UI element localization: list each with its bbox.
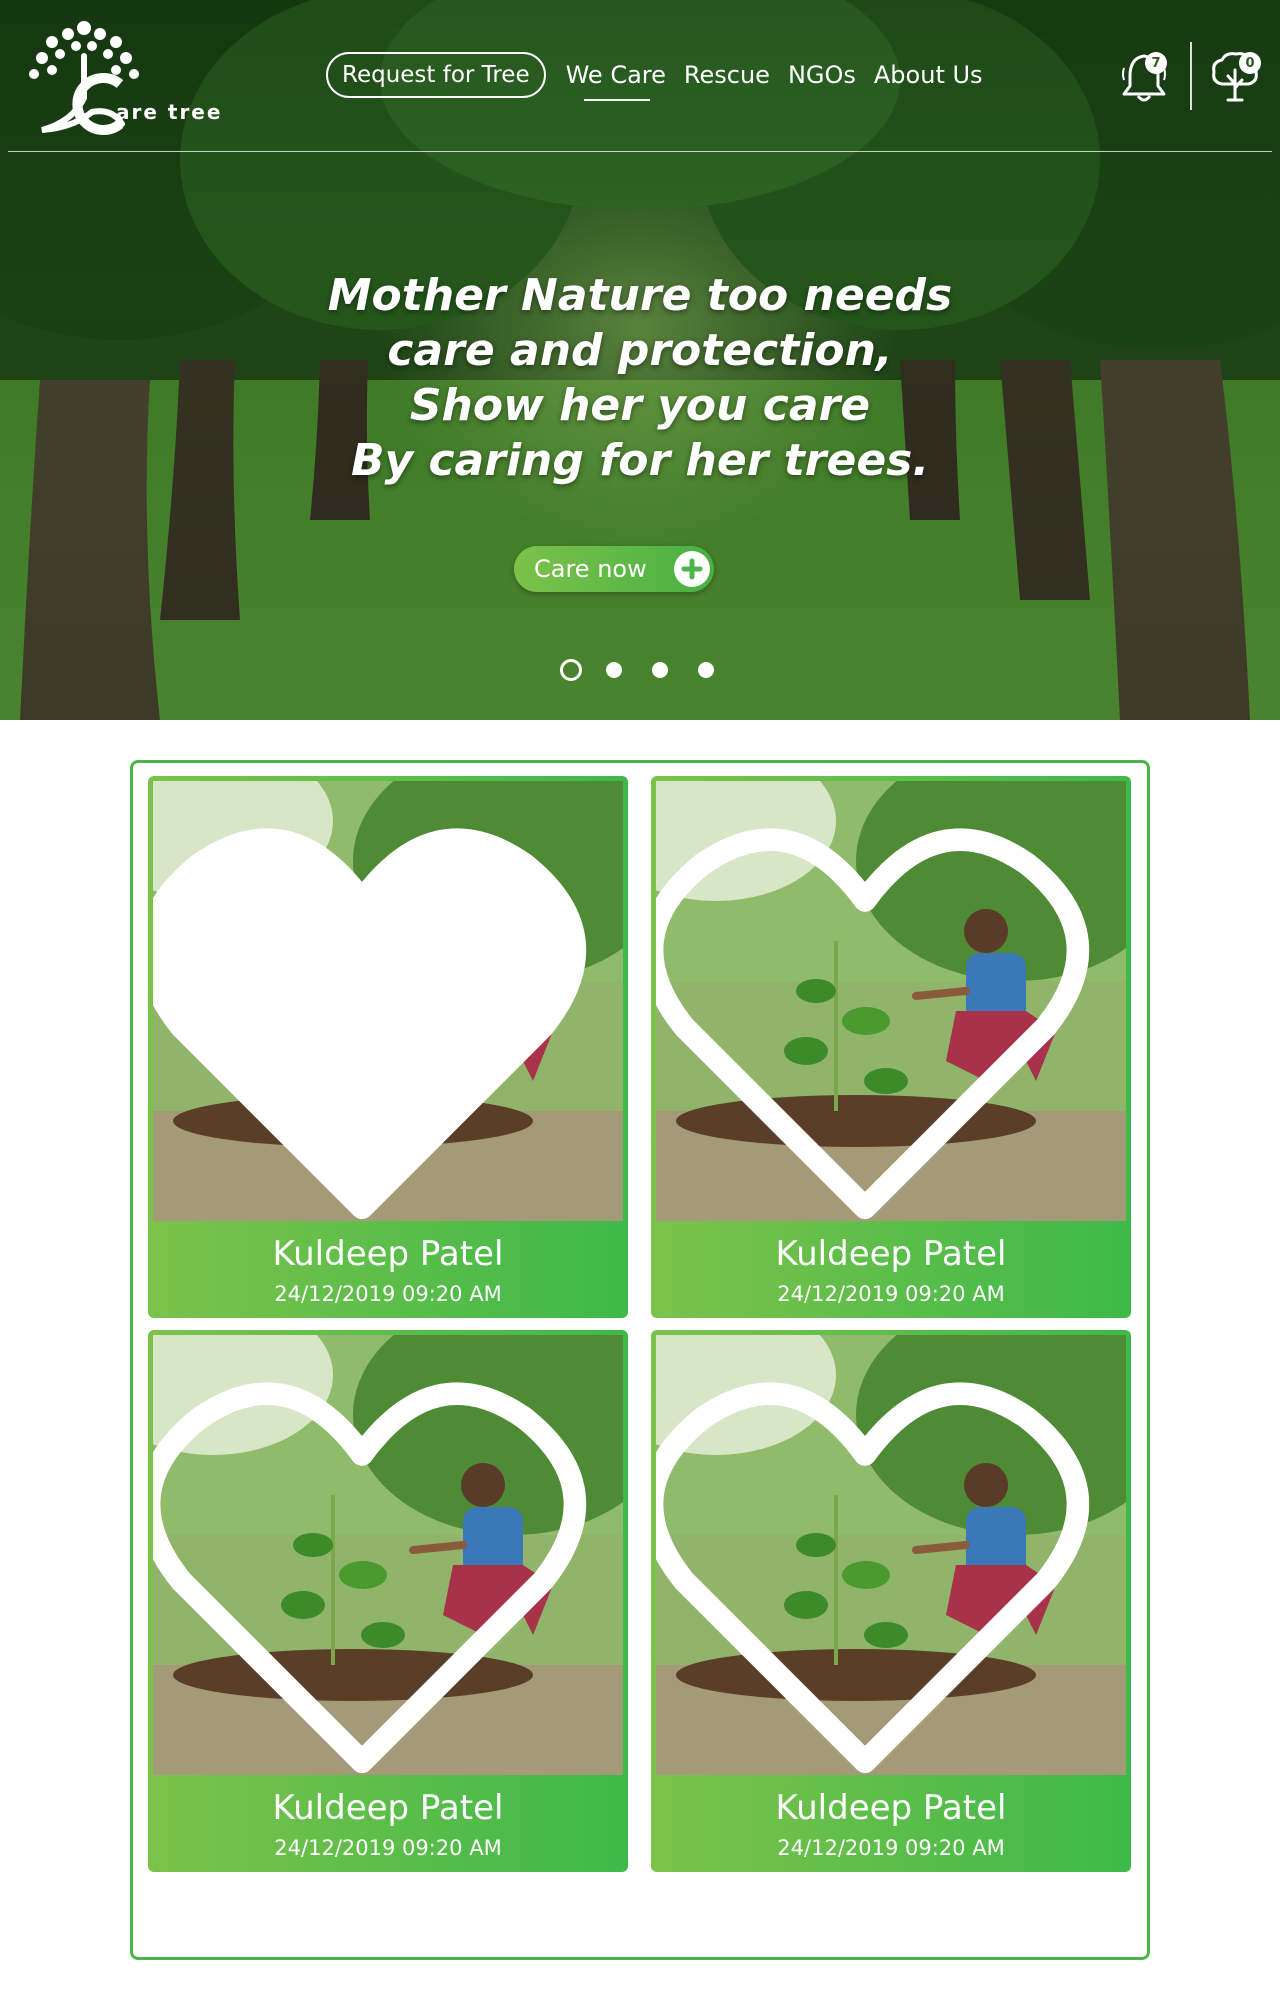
tree-card-photo bbox=[656, 1335, 1126, 1775]
tree-card-photo bbox=[153, 1335, 623, 1775]
hero-headline: Mother Nature too needs care and protect… bbox=[240, 268, 1040, 488]
request-for-tree-button[interactable]: Request for Tree bbox=[326, 52, 546, 98]
nav-about-us[interactable]: About Us bbox=[874, 61, 983, 89]
hero-banner: are tree Request for Tree We Care Rescue… bbox=[0, 0, 1280, 720]
tree-card[interactable]: Kuldeep Patel 24/12/2019 09:20 AM bbox=[148, 776, 628, 1318]
care-tree-logo[interactable]: are tree bbox=[12, 12, 232, 142]
card-date: 24/12/2019 09:20 AM bbox=[274, 1282, 502, 1306]
carousel-dots bbox=[560, 659, 744, 681]
cared-trees-panel: Kuldeep Patel 24/12/2019 09:20 AM Kuldee… bbox=[130, 760, 1150, 1960]
hero-line-1: Mother Nature too needs bbox=[327, 270, 953, 321]
tree-card-photo bbox=[153, 781, 623, 1221]
carousel-dot-2[interactable] bbox=[606, 662, 622, 678]
tree-card[interactable]: Kuldeep Patel 24/12/2019 09:20 AM bbox=[651, 1330, 1131, 1872]
card-date: 24/12/2019 09:20 AM bbox=[777, 1836, 1005, 1860]
hero-line-2: care and protection, bbox=[387, 325, 893, 376]
notifications-button[interactable]: 7 bbox=[1120, 48, 1168, 104]
header-icon-divider bbox=[1190, 42, 1192, 110]
tree-card-photo bbox=[656, 781, 1126, 1221]
like-heart-icon[interactable] bbox=[153, 1361, 597, 1775]
like-heart-icon[interactable] bbox=[656, 1361, 1100, 1775]
card-date: 24/12/2019 09:20 AM bbox=[274, 1836, 502, 1860]
care-now-button[interactable]: Care now bbox=[514, 546, 714, 592]
care-now-label: Care now bbox=[534, 555, 647, 583]
nav-we-care[interactable]: We Care bbox=[566, 61, 666, 101]
hero-line-3: Show her you care bbox=[409, 380, 871, 431]
hero-line-4: By caring for her trees. bbox=[350, 435, 930, 486]
like-heart-icon[interactable] bbox=[656, 807, 1100, 1221]
tree-card[interactable]: Kuldeep Patel 24/12/2019 09:20 AM bbox=[148, 1330, 628, 1872]
carousel-dot-1[interactable] bbox=[560, 659, 582, 681]
logo-text: are tree bbox=[116, 100, 223, 124]
header-divider-line bbox=[8, 151, 1272, 152]
nav-rescue[interactable]: Rescue bbox=[684, 61, 770, 89]
my-trees-button[interactable]: 0 bbox=[1208, 48, 1262, 104]
main-nav: Request for Tree We Care Rescue NGOs Abo… bbox=[326, 52, 1001, 101]
like-heart-icon[interactable] bbox=[153, 807, 597, 1221]
top-navigation-bar: are tree Request for Tree We Care Rescue… bbox=[0, 0, 1280, 152]
plus-icon bbox=[674, 551, 710, 587]
tree-card[interactable]: Kuldeep Patel 24/12/2019 09:20 AM bbox=[651, 776, 1131, 1318]
carousel-dot-3[interactable] bbox=[652, 662, 668, 678]
card-owner-name: Kuldeep Patel bbox=[775, 1234, 1007, 1274]
tree-count-badge: 0 bbox=[1239, 52, 1261, 74]
carousel-dot-4[interactable] bbox=[698, 662, 714, 678]
card-date: 24/12/2019 09:20 AM bbox=[777, 1282, 1005, 1306]
nav-ngos[interactable]: NGOs bbox=[788, 61, 856, 89]
card-owner-name: Kuldeep Patel bbox=[272, 1234, 504, 1274]
notification-count-badge: 7 bbox=[1145, 52, 1167, 74]
card-owner-name: Kuldeep Patel bbox=[272, 1788, 504, 1828]
card-owner-name: Kuldeep Patel bbox=[775, 1788, 1007, 1828]
